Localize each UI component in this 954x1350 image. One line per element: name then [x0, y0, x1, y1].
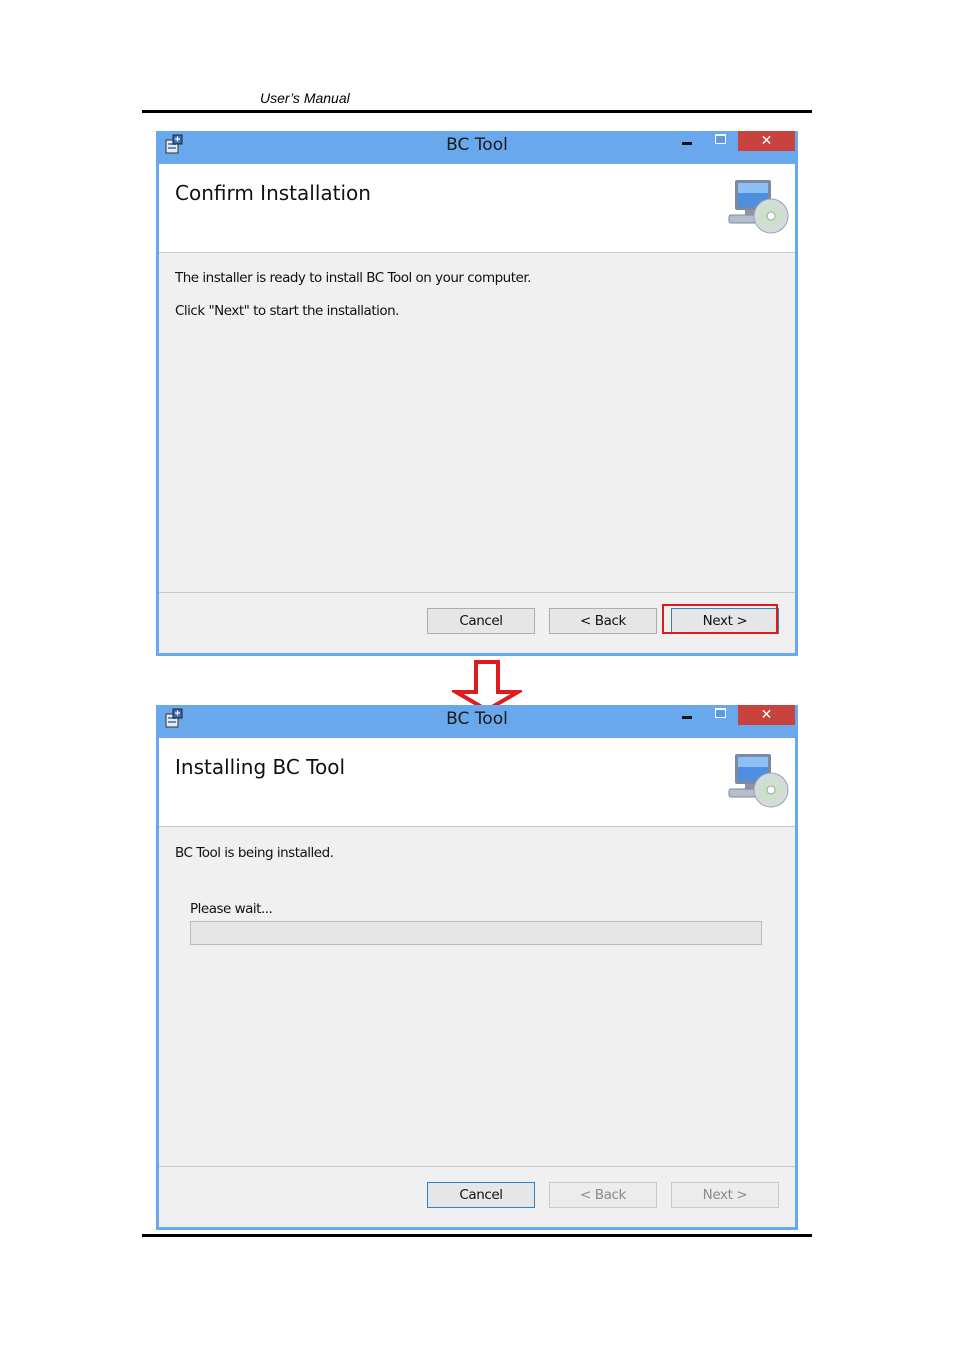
progress-bar — [190, 921, 762, 945]
body-text-ready: The installer is ready to install BC Too… — [175, 270, 531, 286]
doc-header: User’s Manual — [260, 90, 350, 106]
banner-title: Confirm Installation — [175, 181, 371, 205]
window-client: Confirm Installation The installer is re… — [159, 164, 795, 653]
next-button: Next > — [671, 1182, 779, 1208]
footer-rule — [142, 1234, 812, 1237]
window-client: Installing BC Tool BC Tool is being inst… — [159, 738, 795, 1227]
minimize-button[interactable] — [674, 133, 698, 153]
next-highlight-box — [662, 604, 778, 634]
close-button[interactable]: ✕ — [738, 131, 795, 151]
installer-window-progress: BC Tool ✕ Installing BC Tool BC Tool is … — [156, 705, 798, 1230]
back-button: < Back — [549, 1182, 657, 1208]
minimize-button[interactable] — [674, 707, 698, 727]
cancel-button[interactable]: Cancel — [427, 608, 535, 634]
maximize-button[interactable] — [710, 133, 732, 151]
window-title: BC Tool — [446, 709, 508, 729]
back-button[interactable]: < Back — [549, 608, 657, 634]
banner: Installing BC Tool — [159, 738, 795, 827]
window-title: BC Tool — [446, 135, 508, 155]
installer-window-confirm: BC Tool ✕ Confirm Installation The insta… — [156, 131, 798, 656]
header-rule — [142, 110, 812, 113]
computer-cd-icon — [728, 754, 789, 808]
banner: Confirm Installation — [159, 164, 795, 253]
cancel-button[interactable]: Cancel — [427, 1182, 535, 1208]
maximize-button[interactable] — [710, 707, 732, 725]
footer-divider — [159, 592, 795, 593]
progress-label: Please wait... — [190, 901, 273, 917]
banner-title: Installing BC Tool — [175, 755, 346, 779]
title-bar[interactable]: BC Tool ✕ — [156, 705, 798, 738]
title-bar[interactable]: BC Tool ✕ — [156, 131, 798, 164]
body-text-instruction: Click "Next" to start the installation. — [175, 303, 399, 319]
close-button[interactable]: ✕ — [738, 705, 795, 725]
computer-cd-icon — [728, 180, 789, 234]
footer-divider — [159, 1166, 795, 1167]
body-text-status: BC Tool is being installed. — [175, 845, 334, 861]
